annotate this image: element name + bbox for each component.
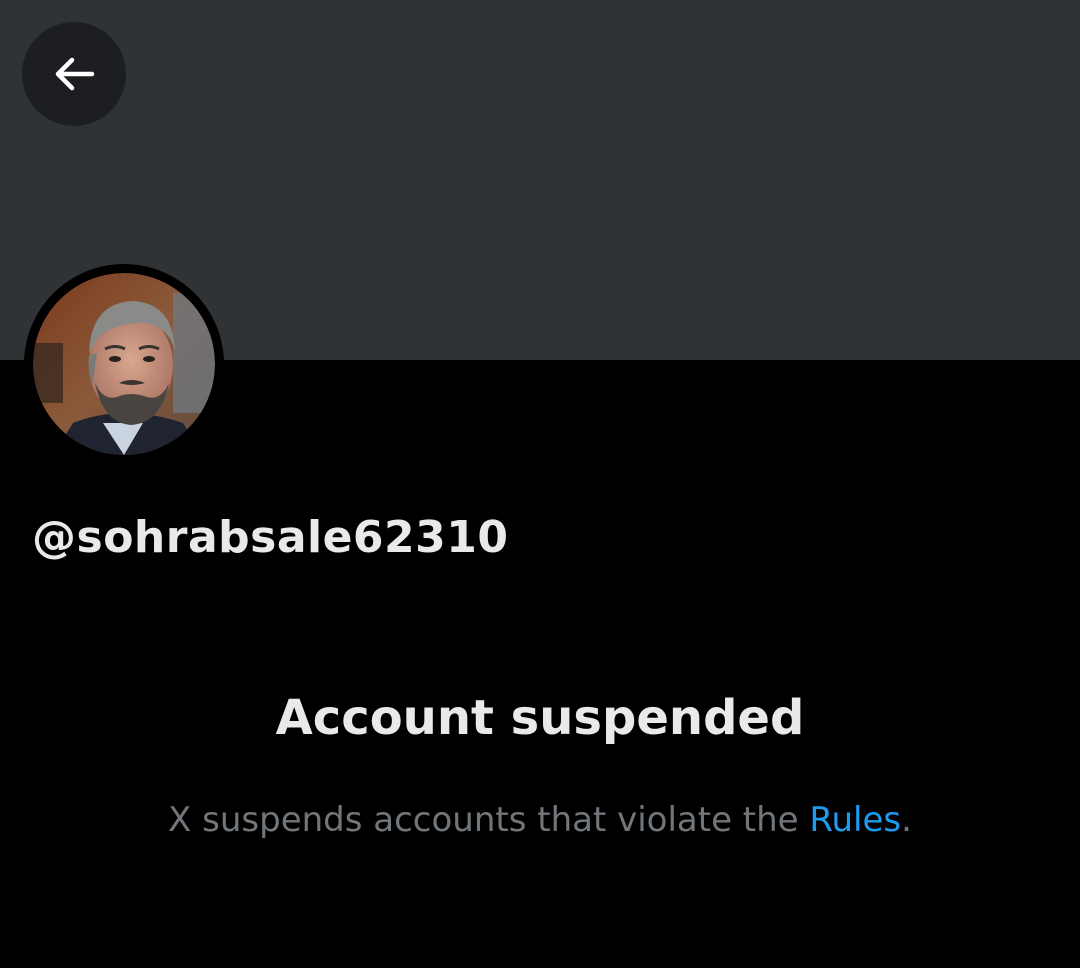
arrow-left-icon (50, 50, 98, 98)
profile-handle: @sohrabsale62310 (32, 512, 509, 563)
suspension-title: Account suspended (275, 690, 805, 746)
suspension-message: X suspends accounts that violate the Rul… (0, 798, 1080, 842)
rules-link[interactable]: Rules (809, 800, 901, 840)
suspension-message-text: X suspends accounts that violate the (168, 800, 810, 840)
back-button[interactable] (22, 22, 126, 126)
avatar[interactable] (24, 264, 224, 464)
avatar-image (33, 273, 215, 455)
profile-screen: @sohrabsale62310 Account suspended X sus… (0, 0, 1080, 968)
suspension-message-period: . (901, 800, 912, 840)
